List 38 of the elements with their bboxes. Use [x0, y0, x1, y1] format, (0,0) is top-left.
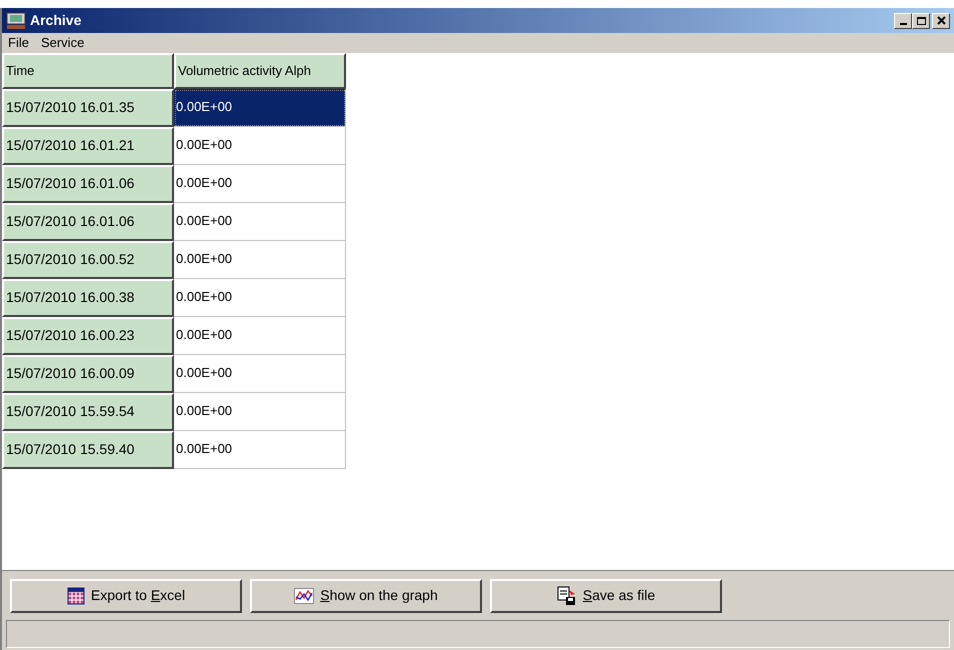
- table-cell[interactable]: 0.00E+00: [174, 165, 346, 203]
- table-cell[interactable]: 0.00E+00: [174, 89, 346, 127]
- table-cell[interactable]: 0.00E+00: [174, 203, 346, 241]
- close-button[interactable]: [932, 12, 950, 28]
- table-cell[interactable]: 0.00E+00: [174, 431, 346, 469]
- line-chart-icon: [294, 588, 314, 604]
- save-document-icon: [556, 586, 577, 606]
- app-icon: [6, 12, 26, 30]
- minimize-icon: [900, 22, 906, 24]
- toolbar-button[interactable]: Export to Excel: [10, 578, 242, 612]
- row-header[interactable]: 15/07/2010 16.01.21: [2, 127, 174, 165]
- row-header[interactable]: 15/07/2010 16.01.35: [2, 89, 174, 127]
- row-header[interactable]: 15/07/2010 16.00.23: [2, 317, 174, 355]
- column-header[interactable]: Time: [2, 53, 174, 89]
- table-cell[interactable]: 0.00E+00: [174, 317, 346, 355]
- maximize-button[interactable]: [912, 12, 930, 28]
- row-header[interactable]: 15/07/2010 16.01.06: [2, 203, 174, 241]
- row-header[interactable]: 15/07/2010 15.59.40: [2, 431, 174, 469]
- row-header[interactable]: 15/07/2010 15.59.54: [2, 393, 174, 431]
- window-title: Archive: [30, 11, 82, 30]
- menu-item[interactable]: Service: [34, 33, 90, 53]
- table-cell[interactable]: 0.00E+00: [174, 393, 346, 431]
- menu-item[interactable]: File: [2, 33, 35, 53]
- row-header[interactable]: 15/07/2010 16.00.09: [2, 355, 174, 393]
- close-icon: [936, 16, 946, 25]
- table-cell[interactable]: 0.00E+00: [174, 355, 346, 393]
- minimize-button[interactable]: [894, 12, 912, 28]
- column-header[interactable]: Volumetric activity Alph: [174, 53, 346, 89]
- toolbar-button[interactable]: Save as file: [490, 578, 722, 612]
- row-header[interactable]: 15/07/2010 16.00.38: [2, 279, 174, 317]
- table-cell[interactable]: 0.00E+00: [174, 241, 346, 279]
- maximize-icon: [916, 16, 926, 24]
- table-cell[interactable]: 0.00E+00: [174, 127, 346, 165]
- table-cell[interactable]: 0.00E+00: [174, 279, 346, 317]
- spreadsheet-icon: [66, 586, 85, 604]
- toolbar-button[interactable]: Show on the graph: [250, 578, 482, 612]
- row-header[interactable]: 15/07/2010 16.00.52: [2, 241, 174, 279]
- row-header[interactable]: 15/07/2010 16.01.06: [2, 165, 174, 203]
